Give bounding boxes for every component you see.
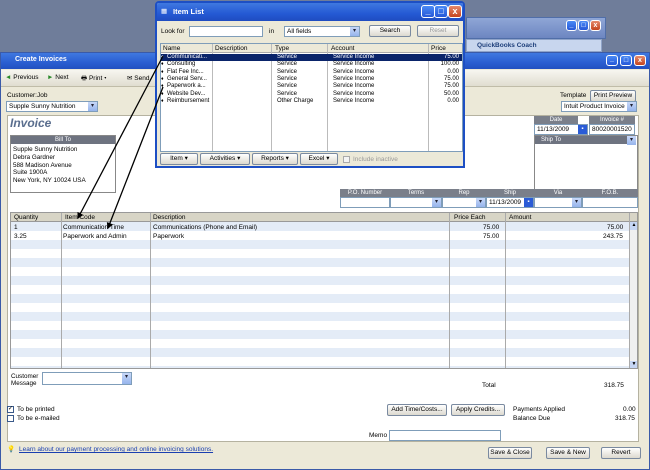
arrow-communication xyxy=(77,55,164,220)
annotation-arrows xyxy=(77,55,164,230)
